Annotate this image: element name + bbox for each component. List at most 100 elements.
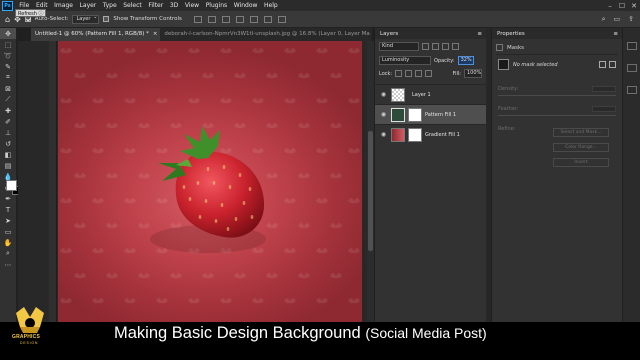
layer-name[interactable]: Pattern Fill 1 bbox=[425, 112, 456, 118]
density-input[interactable] bbox=[592, 86, 616, 92]
add-vector-mask-icon[interactable] bbox=[609, 61, 616, 68]
tab-unsplash-image[interactable]: deborah-l-carlson-NpmrVn3W1tI-unsplash.j… bbox=[160, 28, 372, 41]
rectangle-tool-icon[interactable]: ▭ bbox=[0, 226, 16, 237]
lock-transparent-icon[interactable] bbox=[395, 70, 403, 77]
menu-select[interactable]: Select bbox=[120, 2, 145, 9]
align-right-icon[interactable] bbox=[221, 15, 230, 23]
minimize-icon[interactable]: – bbox=[604, 2, 616, 10]
layer-filter-kind[interactable]: Kind bbox=[379, 42, 419, 51]
layer-row-pattern-fill-1[interactable]: ◉ Pattern Fill 1 bbox=[375, 104, 486, 124]
opacity-input[interactable]: 32% bbox=[457, 56, 474, 65]
layer-mask-thumbnail[interactable] bbox=[408, 127, 422, 142]
strawberry-seed bbox=[248, 187, 252, 191]
layer-row-layer-1[interactable]: ◉ Layer 1 bbox=[375, 84, 486, 104]
foreground-color-swatch[interactable] bbox=[6, 180, 17, 191]
distribute-icon[interactable] bbox=[277, 15, 286, 23]
clone-stamp-tool-icon[interactable]: ⊥ bbox=[0, 127, 16, 138]
fill-input[interactable]: 100% bbox=[464, 69, 482, 78]
lock-image-icon[interactable] bbox=[405, 70, 413, 77]
menu-bar: Ps File Edit Image Layer Type Select Fil… bbox=[0, 0, 640, 11]
lasso-tool-icon[interactable]: ➰ bbox=[0, 50, 16, 61]
layer-name[interactable]: Gradient Fill 1 bbox=[425, 132, 460, 138]
maximize-icon[interactable]: ☐ bbox=[616, 2, 628, 10]
libraries-panel-icon[interactable] bbox=[626, 86, 637, 94]
filter-shape-icon[interactable] bbox=[452, 43, 459, 50]
hand-tool-icon[interactable]: ✋ bbox=[0, 237, 16, 248]
menu-image[interactable]: Image bbox=[51, 2, 76, 9]
opacity-label: Opacity: bbox=[434, 57, 455, 64]
add-pixel-mask-icon[interactable] bbox=[599, 61, 606, 68]
align-center-icon[interactable] bbox=[207, 15, 216, 23]
properties-panel-title[interactable]: Properties bbox=[497, 31, 525, 37]
layer-thumbnail bbox=[391, 87, 405, 102]
filter-adjustment-icon[interactable] bbox=[432, 43, 439, 50]
invert-button[interactable]: Invert bbox=[553, 158, 609, 167]
filter-pixel-icon[interactable] bbox=[422, 43, 429, 50]
menu-help[interactable]: Help bbox=[261, 2, 281, 9]
path-selection-tool-icon[interactable]: ➤ bbox=[0, 215, 16, 226]
close-tab-icon[interactable]: × bbox=[153, 31, 158, 37]
tab-untitled-1[interactable]: Untitled-1 @ 60% (Pattern Fill 1, RGB/8)… bbox=[31, 28, 161, 41]
menu-layer[interactable]: Layer bbox=[76, 2, 99, 9]
transform-controls-checkbox[interactable] bbox=[103, 16, 110, 22]
panel-menu-icon[interactable]: ≡ bbox=[477, 31, 486, 37]
canvas-scrollbar[interactable] bbox=[367, 41, 374, 330]
history-brush-tool-icon[interactable]: ↺ bbox=[0, 138, 16, 149]
blend-mode-dropdown[interactable]: Luminosity bbox=[379, 56, 431, 65]
frame-tool-icon[interactable]: ⊠ bbox=[0, 83, 16, 94]
menu-plugins[interactable]: Plugins bbox=[202, 2, 230, 9]
scrollbar-thumb[interactable] bbox=[368, 131, 373, 251]
share-icon[interactable]: ⇪ bbox=[628, 15, 634, 24]
swatches-panel-icon[interactable] bbox=[626, 64, 637, 72]
menu-file[interactable]: File bbox=[16, 2, 33, 9]
menu-filter[interactable]: Filter bbox=[145, 2, 166, 9]
layer-mask-thumbnail[interactable] bbox=[408, 107, 422, 122]
menu-edit[interactable]: Edit bbox=[33, 2, 51, 9]
menu-view[interactable]: View bbox=[182, 2, 203, 9]
visibility-eye-icon[interactable]: ◉ bbox=[379, 131, 388, 138]
fill-label: Fill: bbox=[452, 70, 461, 77]
color-range-button[interactable]: Color Range... bbox=[553, 143, 609, 152]
zoom-tool-icon[interactable]: ⌕ bbox=[0, 248, 16, 259]
eyedropper-tool-icon[interactable]: ⟋ bbox=[0, 94, 16, 105]
align-middle-icon[interactable] bbox=[249, 15, 258, 23]
quick-select-tool-icon[interactable]: ✎ bbox=[0, 61, 16, 72]
lock-position-icon[interactable] bbox=[415, 70, 423, 77]
healing-brush-tool-icon[interactable]: ✚ bbox=[0, 105, 16, 116]
panel-menu-icon[interactable]: ≡ bbox=[613, 31, 622, 37]
select-and-mask-button[interactable]: Select and Mask... bbox=[553, 128, 609, 137]
auto-select-dropdown[interactable]: Layer bbox=[72, 14, 100, 24]
lock-all-icon[interactable] bbox=[425, 70, 433, 77]
color-panel-icon[interactable] bbox=[626, 42, 637, 50]
search-icon[interactable]: ⌕ bbox=[602, 15, 606, 24]
menu-window[interactable]: Window bbox=[230, 2, 260, 9]
home-icon[interactable]: ⌂ bbox=[5, 15, 10, 24]
strawberry-image[interactable] bbox=[58, 41, 362, 330]
close-icon[interactable]: ✕ bbox=[628, 2, 640, 10]
feather-input[interactable] bbox=[592, 106, 616, 112]
align-top-icon[interactable] bbox=[235, 15, 244, 23]
type-tool-icon[interactable]: T bbox=[0, 204, 16, 215]
marquee-tool-icon[interactable]: ⬚ bbox=[0, 39, 16, 50]
brush-tool-icon[interactable]: ✐ bbox=[0, 116, 16, 127]
visibility-eye-icon[interactable]: ◉ bbox=[379, 91, 388, 98]
photoshop-logo[interactable]: Ps bbox=[2, 0, 13, 11]
visibility-eye-icon[interactable]: ◉ bbox=[379, 111, 388, 118]
collapsed-panel-icons bbox=[622, 28, 640, 330]
layers-panel-title[interactable]: Layers bbox=[380, 31, 398, 37]
align-bottom-icon[interactable] bbox=[263, 15, 272, 23]
move-tool-icon[interactable]: ✥ bbox=[0, 28, 16, 39]
more-tools-icon[interactable]: ⋯ bbox=[0, 259, 16, 270]
crop-tool-icon[interactable]: ⌗ bbox=[0, 72, 16, 83]
filter-type-icon[interactable] bbox=[442, 43, 449, 50]
menu-type[interactable]: Type bbox=[100, 2, 120, 9]
eraser-tool-icon[interactable]: ◧ bbox=[0, 149, 16, 160]
align-left-icon[interactable] bbox=[193, 15, 202, 23]
document-canvas[interactable] bbox=[58, 41, 362, 330]
menu-3d[interactable]: 3D bbox=[167, 2, 182, 9]
layer-name[interactable]: Layer 1 bbox=[412, 92, 431, 98]
gradient-tool-icon[interactable]: ▤ bbox=[0, 160, 16, 171]
workspace-icon[interactable]: ▭ bbox=[614, 15, 621, 24]
feather-label: Feather: bbox=[498, 106, 519, 112]
layer-row-gradient-fill-1[interactable]: ◉ Gradient Fill 1 bbox=[375, 124, 486, 144]
